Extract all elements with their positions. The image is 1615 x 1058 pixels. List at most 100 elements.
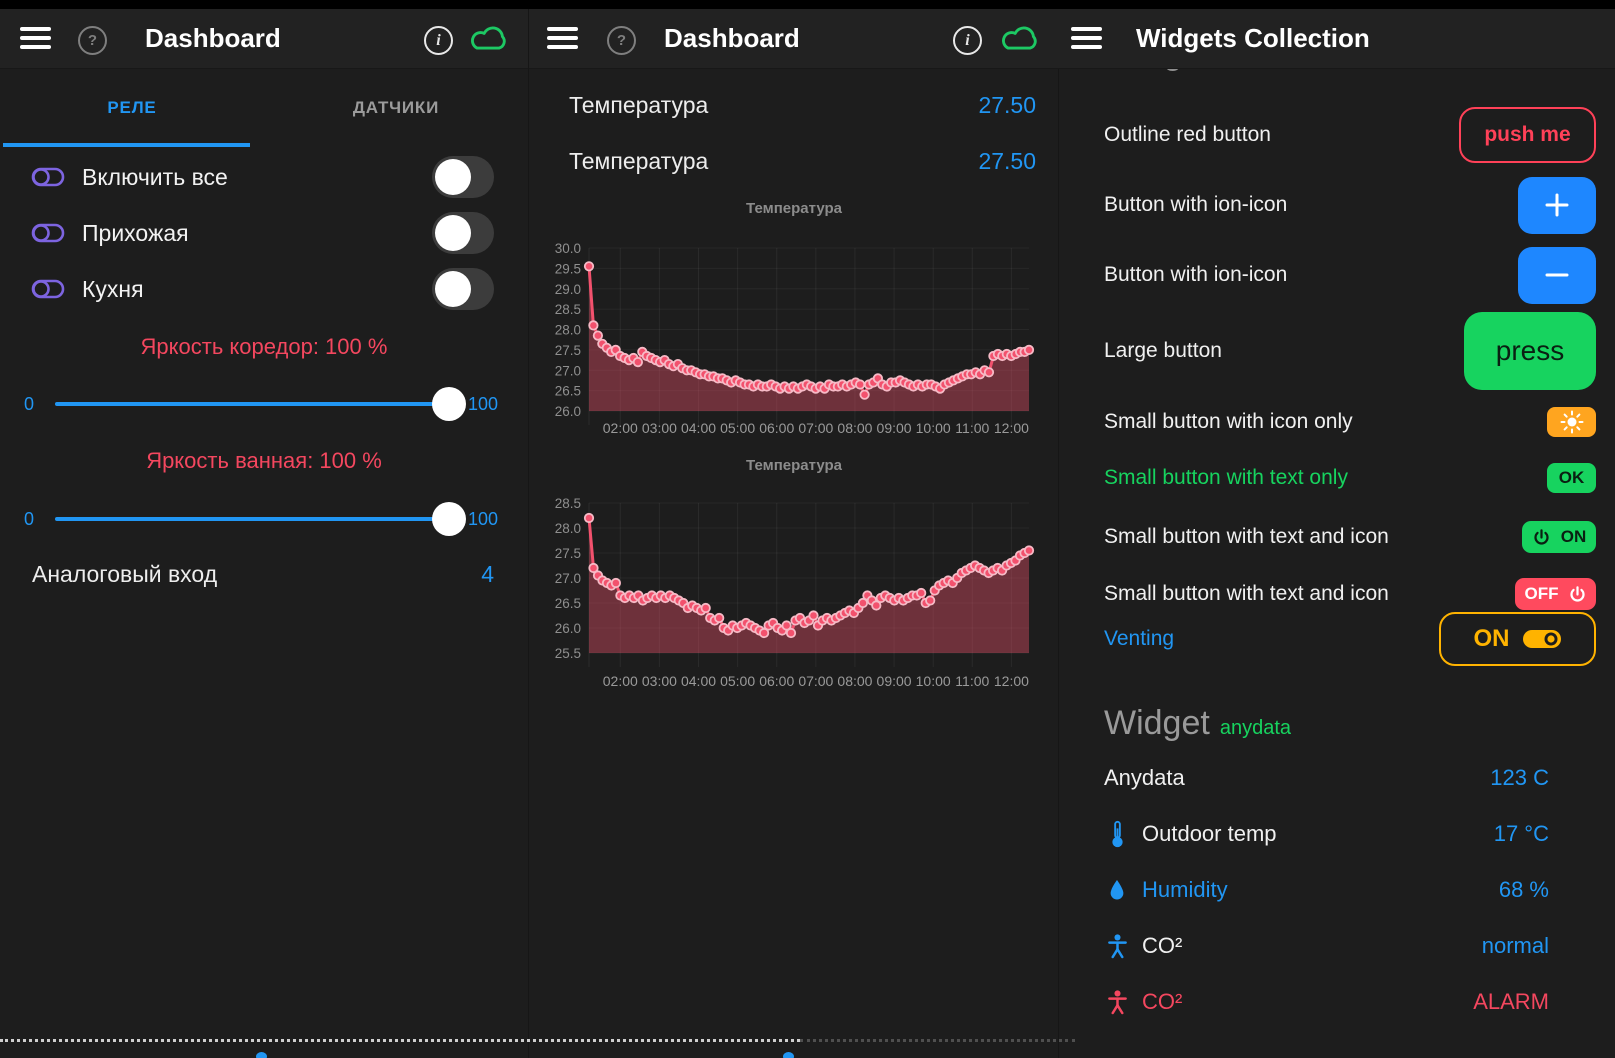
widget-row-plus: Button with ion-icon [1059,175,1615,235]
panel-dashboard-sensors: ? Dashboard i Температура 27.50 Температ… [528,0,1059,1058]
middle-header: ? Dashboard i [529,9,1059,69]
slider-min-label: 0 [24,394,34,415]
info-icon[interactable]: i [424,26,453,55]
switch-row-all: Включить все [0,149,528,205]
svg-text:25.5: 25.5 [555,646,581,661]
slider-track[interactable] [55,402,465,406]
widget-row-text-only: Small button with text only OK [1059,450,1615,506]
button-label: ON [1474,625,1510,653]
button-label: OFF [1525,584,1559,604]
help-icon[interactable]: ? [607,26,636,55]
row-label: Venting [1104,627,1174,651]
slider-label-corridor: Яркость коредор: 100 % [0,330,528,364]
row-label: CO² [1142,933,1182,959]
analog-value: 4 [481,561,494,588]
droplet-icon [1104,877,1130,903]
page-title: Dashboard [664,23,800,54]
panel-widgets-collection: Widgetbtn Widgets Collection Outline red… [1058,0,1615,1058]
slider-track[interactable] [55,517,465,521]
menu-icon[interactable] [20,27,51,49]
slider-min-label: 0 [24,509,34,530]
sun-button[interactable] [1547,407,1596,437]
minus-button[interactable] [1518,247,1596,304]
info-icon[interactable]: i [953,26,982,55]
data-row-outdoor-temp: Outdoor temp 17 °C [1059,806,1615,862]
row-value: 68 % [1499,877,1549,903]
toggle-icon [31,222,65,244]
slider-max-label: 100 [468,509,498,530]
svg-text:28.5: 28.5 [555,302,581,317]
svg-text:06:00: 06:00 [759,673,794,689]
on-button[interactable]: ON [1522,521,1596,553]
svg-text:12:00: 12:00 [994,420,1029,436]
svg-text:28.5: 28.5 [555,496,581,511]
tab-relays[interactable]: РЕЛЕ [0,68,264,147]
analog-label: Аналоговый вход [32,561,217,588]
analog-input-row: Аналоговый вход 4 [0,546,528,602]
person-icon [1104,989,1130,1015]
row-label: Small button with icon only [1104,410,1353,434]
slider-bathroom: 0 100 [0,501,528,537]
temperature-label: Температура [569,92,708,119]
widget-row-minus: Button with ion-icon [1059,245,1615,305]
menu-icon[interactable] [1071,27,1102,49]
widget-row-outline-red: Outline red button push me [1059,105,1615,165]
power-icon [1532,528,1551,547]
venting-button[interactable]: ON [1439,612,1596,666]
row-label: Button with ion-icon [1104,263,1287,287]
svg-text:11:00: 11:00 [955,673,989,689]
svg-text:10:00: 10:00 [916,673,951,689]
svg-text:27.0: 27.0 [555,571,581,586]
power-icon [1568,585,1587,604]
svg-text:26.5: 26.5 [555,384,581,399]
widget-row-large-button: Large button press [1059,311,1615,391]
thermometer-icon [1104,819,1130,849]
slider-knob[interactable] [432,502,466,536]
row-label: Anydata [1104,765,1185,791]
switch-label: Прихожая [82,220,189,247]
svg-text:06:00: 06:00 [759,420,794,436]
plus-button[interactable] [1518,177,1596,234]
row-label: Large button [1104,339,1222,363]
svg-text:30.0: 30.0 [555,241,581,256]
row-value: ALARM [1473,989,1549,1015]
svg-text:08:00: 08:00 [837,673,872,689]
push-me-button[interactable]: push me [1459,107,1596,163]
svg-text:27.5: 27.5 [555,343,581,358]
toggle-icon [31,166,65,188]
toggle-icon [31,278,65,300]
menu-icon[interactable] [547,27,578,49]
switch-hallway-toggle[interactable] [432,212,494,254]
svg-text:Температура: Температура [746,457,843,474]
switch-all-toggle[interactable] [432,156,494,198]
slider-knob[interactable] [432,387,466,421]
svg-text:26.0: 26.0 [555,404,581,419]
switch-label: Включить все [82,164,228,191]
row-label: Small button with text and icon [1104,525,1389,549]
slider-max-label: 100 [468,394,498,415]
svg-text:07:00: 07:00 [798,420,833,436]
data-row-anydata: Anydata 123 C [1059,750,1615,806]
cloud-connected-icon[interactable] [997,22,1043,54]
svg-text:28.0: 28.0 [555,323,581,338]
row-value: normal [1482,933,1549,959]
minus-icon [1541,259,1573,291]
svg-text:04:00: 04:00 [681,420,716,436]
switch-label: Кухня [82,276,144,303]
press-button[interactable]: press [1464,312,1596,390]
left-header: ? Dashboard i [0,9,528,69]
ok-button[interactable]: OK [1547,463,1596,493]
off-button[interactable]: OFF [1515,578,1596,610]
help-icon[interactable]: ? [78,26,107,55]
switch-kitchen-toggle[interactable] [432,268,494,310]
toggle-on-icon [1522,627,1562,651]
temperature-row-2: Температура 27.50 [529,133,1059,189]
svg-text:26.5: 26.5 [555,596,581,611]
svg-text:27.0: 27.0 [555,363,581,378]
cloud-connected-icon[interactable] [466,22,512,54]
data-row-humidity: Humidity 68 % [1059,862,1615,918]
tab-sensors[interactable]: ДАТЧИКИ [264,68,528,147]
row-value: 17 °C [1494,821,1549,847]
widget-anydata-heading: Widget anydata [1059,695,1615,751]
person-icon [1104,933,1130,959]
